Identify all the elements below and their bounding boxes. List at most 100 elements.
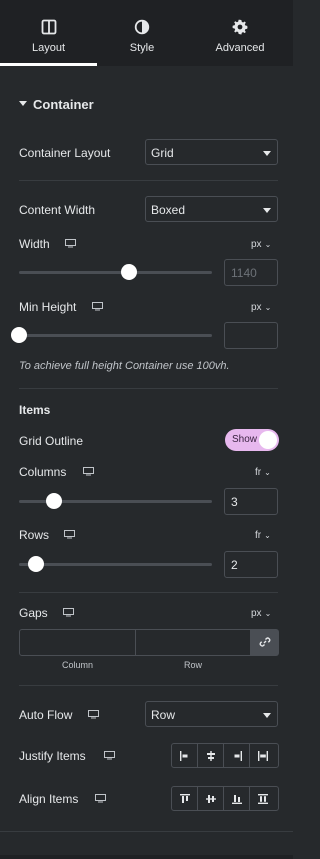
help-note: To achieve full height Container use 100… (19, 360, 230, 372)
divider (19, 180, 278, 181)
auto-flow-value: Row (151, 708, 176, 722)
rows-unit-value: fr (255, 530, 262, 541)
desktop-device-icon[interactable] (88, 710, 99, 719)
columns-input-value: 3 (231, 495, 238, 509)
container-layout-value: Grid (151, 146, 174, 160)
link-icon (259, 637, 271, 647)
width-input[interactable]: 1140 (224, 259, 278, 286)
align-start-button[interactable] (172, 787, 198, 810)
justify-center-icon (206, 750, 215, 761)
gaps-label: Gaps (19, 606, 48, 620)
divider (0, 831, 293, 832)
layout-icon (41, 19, 56, 35)
divider (19, 685, 278, 686)
desktop-device-icon[interactable] (92, 302, 103, 311)
justify-stretch-button[interactable] (250, 744, 276, 767)
align-end-icon (231, 794, 242, 804)
columns-unit-select[interactable]: fr ⌄ (255, 467, 271, 478)
align-stretch-button[interactable] (250, 787, 276, 810)
content-width-select[interactable]: Boxed (145, 196, 278, 222)
grid-outline-toggle-label: Show (232, 434, 258, 445)
columns-input[interactable]: 3 (224, 488, 278, 515)
min-height-slider[interactable] (19, 334, 212, 337)
align-items-control (171, 786, 279, 811)
width-slider[interactable] (19, 271, 212, 274)
divider (19, 592, 278, 593)
width-input-placeholder: 1140 (231, 266, 257, 280)
container-layout-select[interactable]: Grid (145, 139, 278, 165)
grid-outline-toggle[interactable]: Show (225, 429, 279, 451)
min-height-slider-thumb[interactable] (11, 327, 27, 343)
tab-layout[interactable]: Layout (0, 0, 97, 66)
desktop-device-icon[interactable] (95, 794, 106, 803)
chevron-down-icon: ⌄ (264, 240, 272, 249)
rows-unit-select[interactable]: fr ⌄ (255, 530, 271, 541)
gaps-unit-select[interactable]: px ⌄ (251, 608, 271, 619)
justify-stretch-icon (258, 750, 268, 761)
gap-row-input[interactable] (135, 629, 251, 656)
align-end-button[interactable] (224, 787, 250, 810)
width-slider-thumb[interactable] (121, 264, 137, 280)
divider (19, 388, 278, 389)
min-height-label: Min Height (19, 300, 77, 314)
tab-advanced-label: Advanced (215, 42, 265, 54)
desktop-device-icon[interactable] (64, 530, 75, 539)
rows-input[interactable]: 2 (224, 551, 278, 578)
desktop-device-icon[interactable] (83, 467, 94, 476)
columns-unit-value: fr (255, 467, 262, 478)
justify-items-control (171, 743, 279, 768)
tab-style[interactable]: Style (97, 0, 187, 66)
section-title[interactable]: Container (33, 97, 94, 112)
width-unit-value: px (251, 239, 262, 250)
align-items-label: Align Items (19, 792, 79, 806)
panel-tabs: Layout Style Advanced (0, 0, 293, 66)
min-height-unit-value: px (251, 302, 262, 313)
justify-items-label: Justify Items (19, 749, 86, 763)
rows-input-value: 2 (231, 558, 238, 572)
chevron-down-icon (263, 713, 271, 718)
align-center-icon (205, 794, 216, 803)
desktop-device-icon[interactable] (63, 608, 74, 617)
min-height-unit-select[interactable]: px ⌄ (251, 302, 271, 313)
chevron-down-icon (263, 151, 271, 156)
tab-advanced[interactable]: Advanced (187, 0, 293, 66)
gear-icon (232, 19, 248, 35)
desktop-device-icon[interactable] (104, 751, 115, 760)
items-heading: Items (19, 403, 51, 417)
gap-row-caption: Row (183, 660, 202, 670)
columns-label: Columns (19, 465, 67, 479)
chevron-down-icon: ⌄ (264, 531, 271, 540)
tab-style-label: Style (129, 42, 155, 54)
desktop-device-icon[interactable] (65, 239, 76, 248)
chevron-down-icon: ⌄ (264, 303, 272, 312)
justify-center-button[interactable] (198, 744, 224, 767)
rows-slider[interactable] (19, 563, 212, 566)
grid-outline-label: Grid Outline (19, 434, 84, 448)
chevron-down-icon: ⌄ (264, 468, 271, 477)
min-height-input[interactable] (224, 322, 278, 349)
panel-footer (0, 855, 293, 859)
justify-end-icon (234, 750, 242, 761)
rows-label: Rows (19, 528, 50, 542)
width-label: Width (19, 237, 50, 251)
columns-slider-thumb[interactable] (45, 493, 62, 509)
width-unit-select[interactable]: px ⌄ (251, 239, 271, 250)
style-icon (134, 19, 150, 35)
chevron-down-icon: ⌄ (264, 609, 272, 618)
toggle-knob (259, 431, 277, 449)
justify-start-button[interactable] (172, 744, 198, 767)
gap-column-input[interactable] (19, 629, 136, 656)
link-values-button[interactable] (251, 629, 279, 656)
gap-column-caption: Column (61, 660, 93, 670)
tab-layout-label: Layout (31, 42, 66, 54)
gaps-unit-value: px (251, 608, 262, 619)
container-layout-label: Container Layout (19, 146, 111, 160)
chevron-down-icon (263, 208, 271, 213)
collapse-caret-icon[interactable] (19, 101, 27, 106)
align-stretch-icon (258, 793, 268, 804)
auto-flow-select[interactable]: Row (145, 701, 278, 727)
justify-end-button[interactable] (224, 744, 250, 767)
content-width-label: Content Width (19, 203, 96, 217)
align-center-button[interactable] (198, 787, 224, 810)
rows-slider-thumb[interactable] (28, 556, 45, 572)
